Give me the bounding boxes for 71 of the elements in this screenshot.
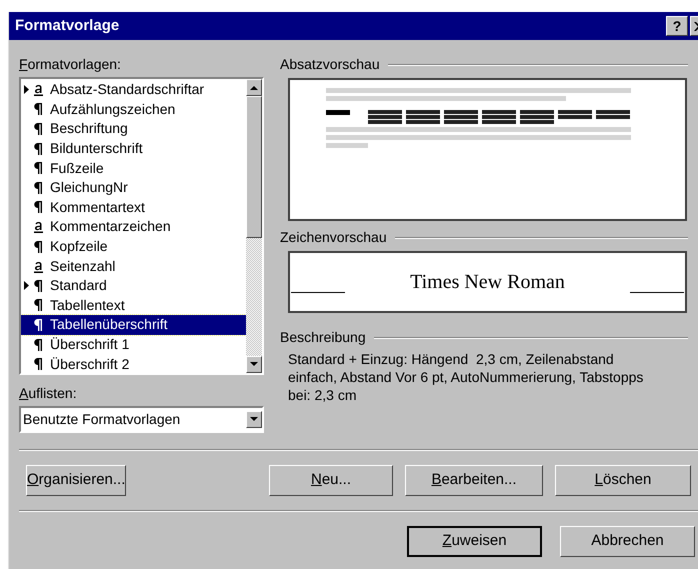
style-item[interactable]: Kommentarzeichen — [21, 217, 246, 237]
style-name: Standard — [50, 276, 108, 296]
style-item[interactable]: Standard — [21, 276, 246, 296]
paragraph-mark-icon — [34, 280, 42, 292]
paragraph-mark-icon — [34, 358, 42, 370]
style-name: Kopfzeile — [50, 237, 109, 256]
character-preview-label: Zeichenvorschau — [280, 228, 387, 247]
paragraph-preview-label: Absatzvorschau — [280, 55, 380, 74]
style-item[interactable]: Kopfzeile — [21, 236, 246, 256]
style-item[interactable]: Tabellenüberschrift — [21, 315, 246, 335]
cancel-button[interactable]: Abbrechen — [560, 526, 695, 557]
style-name: Seitenzahl — [50, 256, 116, 276]
window-title: Formatvorlage — [15, 16, 120, 36]
style-item[interactable]: Beschriftung — [21, 119, 246, 139]
down-arrow-icon — [250, 362, 258, 367]
paragraph-mark-icon — [34, 299, 42, 312]
paragraph-mark-icon — [34, 182, 42, 194]
scroll-up-button[interactable] — [246, 79, 262, 96]
paragraph-mark-icon — [34, 338, 42, 351]
new-button[interactable]: Neu... — [269, 465, 393, 496]
style-item[interactable]: Überschrift 2 — [21, 354, 246, 373]
description-text: Standard + Einzug: Hängend 2,3 cm, Zeilenabstand einfach, Abstand Vor 6 pt, AutoNummerierung, Tabstopps bei: 2,3 cm — [288, 350, 644, 404]
style-item[interactable]: Fußzeile — [21, 158, 246, 178]
style-name: Überschrift 2 — [50, 354, 130, 373]
organize-button[interactable]: Organisieren... — [26, 465, 126, 496]
style-item[interactable]: Seitenzahl — [21, 256, 246, 276]
style-name: Beschriftung — [50, 119, 129, 138]
style-name: Absatz-Standardschriftar — [50, 80, 206, 100]
style-item[interactable]: GleichungNr — [21, 178, 246, 198]
scrollbar[interactable] — [246, 79, 262, 373]
scroll-down-button[interactable] — [246, 356, 262, 373]
expand-icon[interactable] — [24, 281, 28, 290]
style-name: GleichungNr — [50, 178, 129, 198]
paragraph-mark-icon — [34, 201, 42, 214]
up-arrow-icon — [250, 85, 258, 90]
style-name: Überschrift 1 — [50, 335, 130, 354]
paragraph-mark-icon — [34, 318, 42, 331]
font-sample: Times New Roman — [410, 270, 565, 295]
apply-button[interactable]: Zuweisen — [407, 526, 542, 557]
style-name: Aufzählungszeichen — [50, 100, 176, 119]
down-arrow-icon — [250, 417, 258, 422]
scroll-thumb[interactable] — [246, 96, 262, 238]
list-filter-label: Auflisten: — [19, 384, 78, 403]
style-name: Bildunterschrift — [50, 139, 144, 158]
edit-button[interactable]: Bearbeiten... — [405, 465, 543, 496]
style-item[interactable]: Tabellentext — [21, 296, 246, 316]
dropdown-button[interactable] — [246, 411, 262, 428]
style-item[interactable]: Überschrift 1 — [21, 334, 246, 354]
style-name: Tabellentext — [50, 296, 126, 315]
delete-button[interactable]: Löschen — [555, 465, 691, 496]
style-name: Tabellenüberschrift — [50, 315, 169, 334]
style-item[interactable]: Bildunterschrift — [21, 138, 246, 158]
paragraph-mark-icon — [34, 142, 42, 155]
help-button[interactable]: ? — [666, 16, 688, 36]
style-item[interactable]: Absatz-Standardschriftar — [21, 80, 246, 100]
description-label: Beschreibung — [280, 328, 366, 347]
character-style-icon — [34, 83, 42, 96]
expand-icon[interactable] — [24, 85, 28, 94]
character-style-icon — [34, 260, 42, 273]
character-style-icon — [34, 220, 42, 234]
paragraph-mark-icon — [34, 103, 42, 116]
list-filter-dropdown[interactable]: Benutzte Formatvorlagen — [19, 406, 264, 433]
style-name: Kommentartext — [50, 198, 146, 217]
paragraph-mark-icon — [34, 162, 42, 174]
styles-label: Formatvorlagen: — [19, 55, 122, 74]
style-item[interactable]: Aufzählungszeichen — [21, 100, 246, 120]
style-item[interactable]: Kommentartext — [21, 198, 246, 218]
style-name: Fußzeile — [50, 158, 105, 178]
paragraph-mark-icon — [34, 122, 42, 135]
paragraph-mark-icon — [34, 240, 42, 253]
style-name: Kommentarzeichen — [50, 217, 172, 236]
